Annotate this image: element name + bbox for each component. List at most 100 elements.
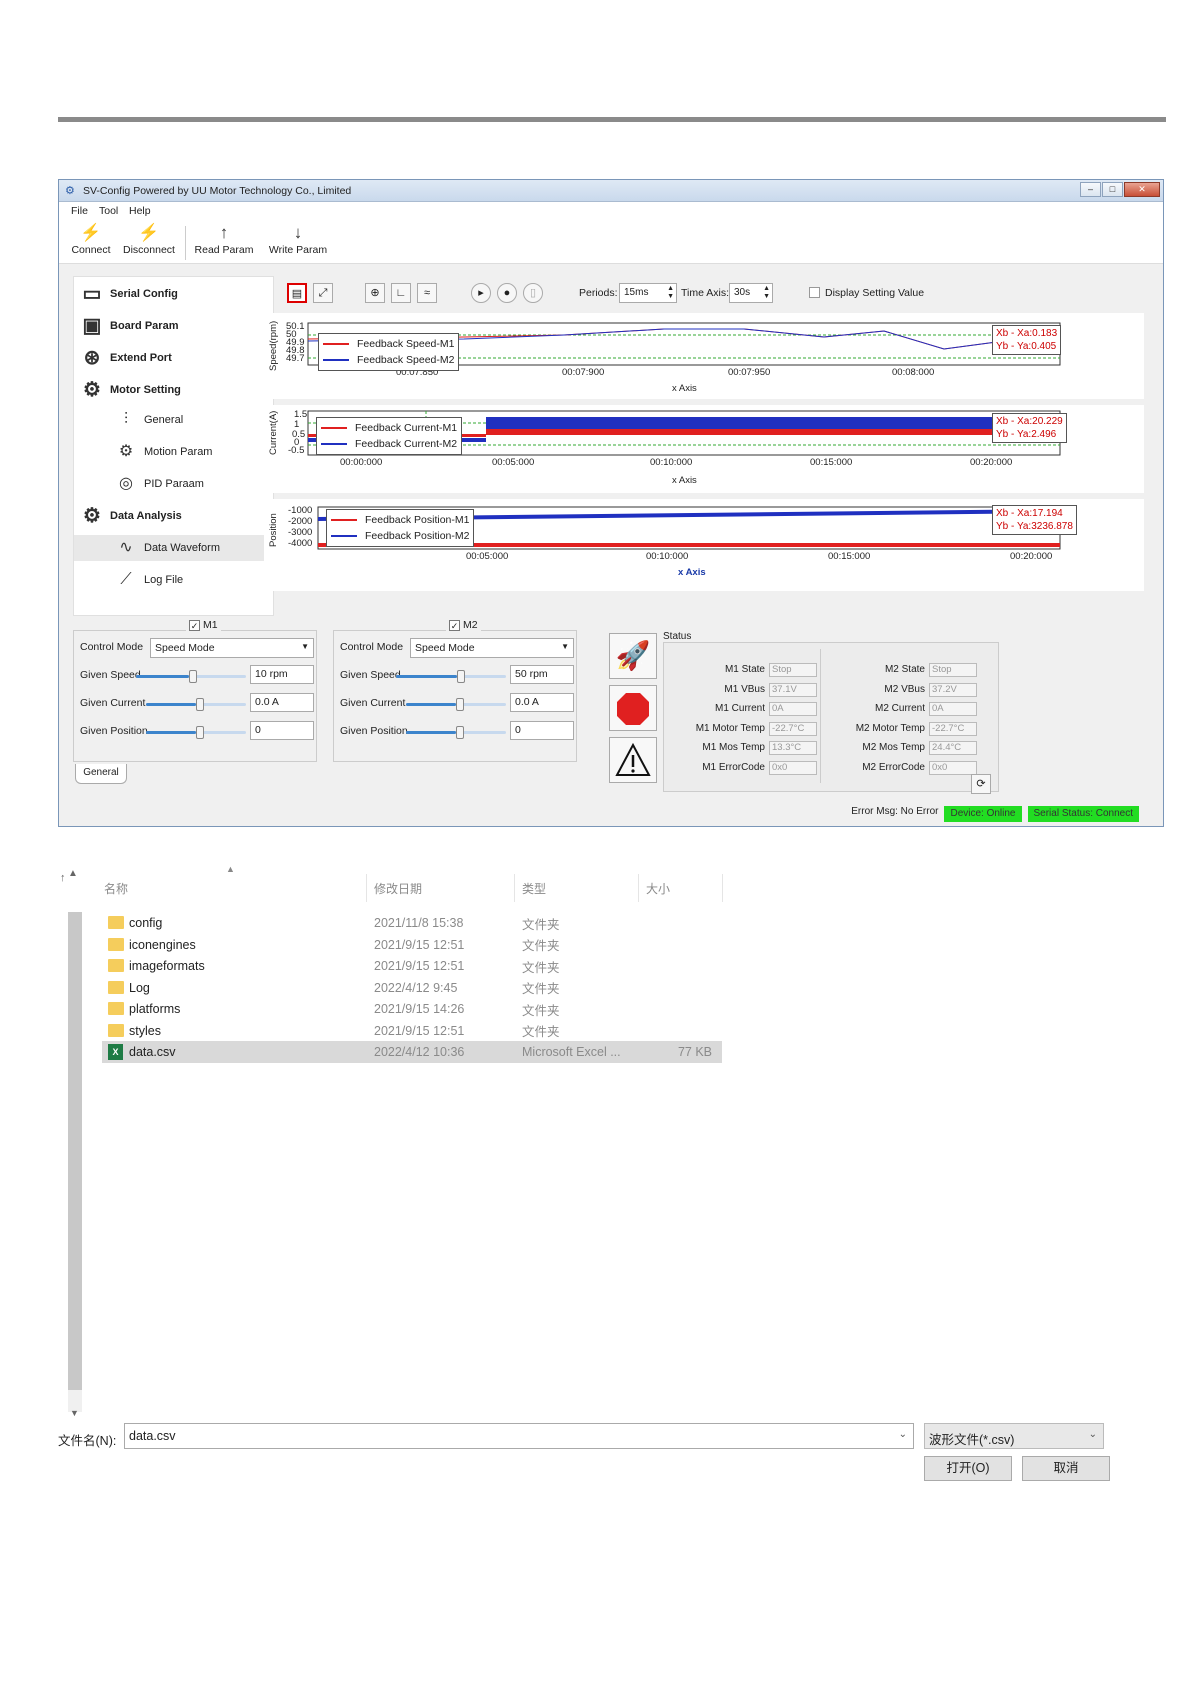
chevron-down-icon[interactable]: ⌄ [899,1429,907,1440]
file-row[interactable]: Xdata.csv 2022/4/12 10:36 Microsoft Excel … [102,1041,722,1063]
sidebar-item-serial-config[interactable]: ▭ Serial Config [78,281,178,307]
status-label: M2 Mos Temp [862,742,925,753]
sidebar-item-motor-setting[interactable]: ⚙ Motor Setting [78,377,181,403]
sidebar-label: General [144,414,184,426]
slider-fill [146,731,196,734]
column-header-name[interactable]: 名称 [104,880,128,897]
column-header-size[interactable]: 大小 [646,880,670,897]
start-button[interactable]: 🚀 [609,633,657,679]
x-axis-label: x Axis [678,567,706,578]
nav-scrollbar[interactable] [68,912,82,1412]
sidebar-item-board-param[interactable]: ▣ Board Param [78,313,179,339]
m2-current-field[interactable]: 0.0 A [510,693,574,712]
play-icon[interactable]: ▸ [471,283,491,303]
m1-mode-select[interactable]: Speed Mode ▼ [150,638,314,658]
m1-position-slider[interactable] [146,726,246,739]
m2-mode-select[interactable]: Speed Mode ▼ [410,638,574,658]
file-row[interactable]: styles 2021/9/15 12:51 文件夹 [102,1020,722,1042]
read-param-button[interactable]: ↑ Read Param [193,222,255,256]
sidebar-item-general[interactable]: ⫶ General [112,407,183,433]
slider-handle[interactable] [456,726,464,739]
m1-speed-field[interactable]: 10 rpm [250,665,314,684]
emergency-button[interactable] [609,737,657,783]
column-header-date[interactable]: 修改日期 [374,880,422,897]
current-plot[interactable]: Current(A) 1.5 1 0.5 0 -0.5 00:00:000 00… [264,405,1144,493]
spin-arrows-icon[interactable]: ▲ ▼ [763,285,770,301]
crosshair-icon[interactable]: ⊕ [365,283,385,303]
menu-help[interactable]: Help [129,205,151,217]
menu-file[interactable]: File [71,205,88,217]
x-tick: 00:15:000 [828,551,871,562]
m2-speed-field[interactable]: 50 rpm [510,665,574,684]
sidebar-item-motion-param[interactable]: ⚙ Motion Param [112,439,213,465]
y-tick: -2000 [288,516,313,527]
scroll-down-icon[interactable]: ▼ [70,1408,79,1418]
connect-button[interactable]: ⚡ Connect [71,222,111,256]
slider-handle[interactable] [456,698,464,711]
m1-position-field[interactable]: 0 [250,721,314,740]
slider-handle[interactable] [196,726,204,739]
file-date: 2021/9/15 14:26 [374,1002,465,1016]
speed-plot[interactable]: Speed(rpm) 50.1 50 49.9 49.8 49.7 00:07:… [264,313,1144,399]
m2-speed-slider[interactable] [396,670,506,683]
time-axis-spinbox[interactable]: 30s ▲ ▼ [729,283,773,303]
file-row[interactable]: iconengines 2021/9/15 12:51 文件夹 [102,934,722,956]
m1-speed-slider[interactable] [136,670,246,683]
open-button[interactable]: 打开(O) [924,1456,1012,1481]
sidebar-item-log-file[interactable]: ⟋ Log File [112,567,183,593]
slider-fill [406,731,456,734]
slider-handle[interactable] [196,698,204,711]
filename-value: data.csv [129,1429,176,1443]
sidebar-item-data-analysis[interactable]: ⚙ Data Analysis [78,503,182,529]
file-row[interactable]: Log 2022/4/12 9:45 文件夹 [102,977,722,999]
m2-position-field[interactable]: 0 [510,721,574,740]
spin-arrows-icon[interactable]: ▲ ▼ [667,285,674,301]
refresh-icon[interactable]: ⟳ [971,774,991,794]
file-name: data.csv [129,1045,176,1059]
cancel-button[interactable]: 取消 [1022,1456,1110,1481]
m1-current-slider[interactable] [146,698,246,711]
record-icon[interactable]: ● [497,283,517,303]
write-param-button[interactable]: ↓ Write Param [267,222,329,256]
expand-icon[interactable]: ⤢ [313,283,333,303]
filename-input[interactable]: data.csv ⌄ [124,1423,914,1449]
m1-checkbox[interactable]: ✓ [189,619,200,631]
column-header-type[interactable]: 类型 [522,880,546,897]
m2-checkbox[interactable]: ✓ [449,619,460,631]
disconnect-button[interactable]: ⚡ Disconnect [121,222,177,256]
slider-handle[interactable] [456,670,465,683]
slider-fill [146,703,196,706]
minimize-icon[interactable]: – [1080,182,1101,197]
file-type-select[interactable]: 波形文件(*.csv) ⌄ [924,1423,1104,1449]
sidebar-item-data-waveform[interactable]: ∿ Data Waveform [74,535,273,561]
sv-config-window: ⚙ SV-Config Powered by UU Motor Technolo… [58,179,1164,827]
m1-current-field[interactable]: 0.0 A [250,693,314,712]
m2-enable[interactable]: ✓ M2 [446,619,481,631]
file-type: 文件夹 [522,982,560,996]
save-icon[interactable]: ▤ [287,283,307,303]
m2-position-slider[interactable] [406,726,506,739]
display-setting-checkbox[interactable] [809,287,820,298]
scroll-up-icon[interactable]: ▲ [68,868,78,879]
position-plot[interactable]: Position -1000 -2000 -3000 -4000 00:05:0… [264,499,1144,591]
sidebar-item-pid-param[interactable]: ◎ PID Paraam [112,471,204,497]
tab-general[interactable]: General [75,764,127,784]
scrollbar-thumb[interactable] [68,912,82,1390]
autoscale-icon[interactable]: ≈ [417,283,437,303]
maximize-icon[interactable]: □ [1102,182,1123,197]
file-row[interactable]: platforms 2021/9/15 14:26 文件夹 [102,998,722,1020]
m2-current-slider[interactable] [406,698,506,711]
axis-icon[interactable]: ∟ [391,283,411,303]
serial-port-icon: ▭ [82,283,102,305]
sidebar-item-extend-port[interactable]: ⊛ Extend Port [78,345,172,371]
file-type: 文件夹 [522,939,560,953]
periods-spinbox[interactable]: 15ms ▲ ▼ [619,283,677,303]
stop-button[interactable] [609,685,657,731]
menu-tool[interactable]: Tool [99,205,118,217]
pause-icon[interactable]: ▯ [523,283,543,303]
m1-enable[interactable]: ✓ M1 [186,619,221,631]
file-row[interactable]: config 2021/11/8 15:38 文件夹 [102,912,722,934]
slider-handle[interactable] [188,670,197,683]
file-row[interactable]: imageformats 2021/9/15 12:51 文件夹 [102,955,722,977]
close-icon[interactable]: ✕ [1124,182,1160,197]
